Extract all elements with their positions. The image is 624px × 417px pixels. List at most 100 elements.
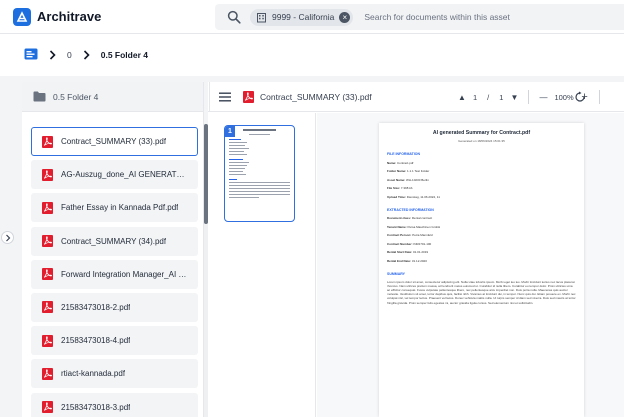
file-list-item[interactable]: Contract_SUMMARY (34).pdf [31, 226, 198, 256]
file-list-item[interactable]: Forward Integration Manager_AI GENERATED… [31, 259, 198, 289]
file-panel-header: 0.5 Folder 4 [22, 82, 203, 112]
thumbnail-panel: 1 [208, 113, 316, 417]
divider [528, 90, 530, 104]
document-field-key: Name: [387, 160, 397, 165]
zoom-out-button[interactable]: — [537, 93, 549, 102]
divider [598, 90, 600, 104]
app-logo[interactable]: Architrave [13, 7, 102, 26]
document-field-value: Contract.pdf [397, 160, 414, 165]
pdf-page: AI generated Summary for Contract.pdf Ge… [379, 123, 584, 417]
file-list-item[interactable]: AG-Auszug_done_AI GENERATED SUMMARY.pdf [31, 160, 198, 190]
file-name: 21583473018-2.pdf [61, 302, 131, 312]
viewer-toolbar: Contract_SUMMARY (33).pdf ▲ 1 / 1 ▼ — 10… [208, 82, 624, 112]
document-field-row: Name: Contract.pdf [387, 161, 576, 165]
file-list: Contract_SUMMARY (33).pdf AG-Auszug_done_… [31, 127, 198, 417]
document-field-value: 31.12.2020 [411, 258, 427, 263]
previous-page-button[interactable]: ▲ [456, 93, 468, 102]
file-name: 21583473018-4.pdf [61, 336, 131, 346]
app-name: Architrave [37, 9, 102, 24]
document-viewer: Contract_SUMMARY (33).pdf ▲ 1 / 1 ▼ — 10… [208, 82, 624, 417]
page-current[interactable]: 1 [473, 93, 477, 102]
file-list-item[interactable]: 21583473018-3.pdf [31, 392, 198, 417]
file-name: Forward Integration Manager_AI GENERATED… [61, 269, 189, 279]
file-name: AG-Auszug_done_AI GENERATED SUMMARY.pdf [61, 170, 189, 180]
document-field-row: Folder Name: 1.1.1 Test Folder [387, 169, 576, 173]
document-field-row: Asset Name: WH-10230 Berlin [387, 178, 576, 182]
top-bar: Architrave 9999 - California × Search fo… [0, 0, 624, 34]
document-field-key: Folder Name: [387, 169, 407, 173]
document-field-key: Document class: [387, 216, 412, 220]
document-field-key: File Size: [387, 186, 401, 190]
viewer-filename: Contract_SUMMARY (33).pdf [260, 91, 372, 102]
current-folder-title: 0.5 Folder 4 [53, 91, 99, 102]
document-generated-date: Generated on 18/06/2024 15:01:35 [458, 139, 505, 143]
search-icon[interactable] [227, 10, 241, 24]
page-total: 1 [499, 92, 504, 102]
file-list-item[interactable]: Contract_SUMMARY (33).pdf [31, 127, 198, 156]
zoom-level[interactable]: 100% [554, 93, 573, 102]
document-field-value: 1.1.1 Test Folder [407, 169, 430, 173]
document-field-value: WH-10230 Berlin [406, 177, 429, 182]
document-field-key: Tenant Name: [387, 224, 407, 229]
folder-tree-icon[interactable] [24, 48, 38, 62]
file-name: Contract_SUMMARY (33).pdf [61, 137, 167, 146]
document-sections: FILE INFORMATION Name: Contract.pdf Folder… [387, 152, 576, 263]
document-field-row: Document class: Rental contract [387, 216, 576, 220]
divider [209, 82, 210, 112]
file-name: rtiact-kannada.pdf [61, 369, 126, 379]
pdf-icon [42, 168, 53, 181]
rotate-icon[interactable] [574, 91, 586, 103]
file-name: Contract_SUMMARY (34).pdf [61, 236, 167, 246]
document-field-value: Rental contract [411, 216, 433, 220]
page-separator: / [487, 92, 490, 102]
pdf-icon [42, 201, 53, 214]
file-list-item[interactable]: rtiact-kannada.pdf [31, 359, 198, 389]
pdf-icon [42, 334, 53, 347]
document-field-key: Contract Number: [387, 241, 413, 246]
pdf-icon [42, 301, 53, 314]
document-section-heading: EXTRACTED INFORMATION [387, 207, 434, 212]
file-list-item[interactable]: 21583473018-2.pdf [31, 292, 198, 322]
document-field-value: Persa Maschinen GmbH [407, 224, 441, 229]
document-section-heading: FILE INFORMATION [387, 152, 420, 156]
file-list-item[interactable]: Father Essay in Kannada Pdf.pdf [31, 193, 198, 223]
document-field-row: Upload Time: Dienstag, 11.06.2024, 11 [387, 195, 576, 199]
search-bar[interactable]: 9999 - California × Search for documents… [215, 4, 624, 30]
document-field-row: Rental Start Date: 01.01.2019 [387, 250, 576, 254]
expand-sidebar-button[interactable] [1, 231, 14, 244]
document-field-key: Rental End Date: [387, 258, 412, 263]
page-thumbnail[interactable]: 1 [224, 125, 295, 222]
document-field-value: INR2701-100 [413, 241, 432, 246]
document-field-key: Upload Time: [387, 194, 406, 199]
document-field-key: Rental Start Date: [387, 250, 413, 254]
close-icon[interactable]: × [339, 11, 351, 23]
document-title: AI generated Summary for Contract.pdf [432, 130, 531, 136]
search-input[interactable]: Search for documents within this asset [364, 12, 510, 22]
breadcrumb-item-0[interactable]: 0 [67, 50, 72, 60]
architrave-logo-icon [13, 7, 31, 26]
menu-icon[interactable] [219, 92, 231, 102]
page-canvas[interactable]: AI generated Summary for Contract.pdf Ge… [317, 113, 624, 417]
summary-text: Lorem ipsum dolor sit amet, consectetur … [387, 279, 576, 305]
document-field-key: Contract Person: [387, 233, 412, 237]
pdf-icon [243, 90, 254, 103]
chevron-right-icon [83, 50, 90, 60]
file-name: 21583473018-3.pdf [61, 402, 131, 412]
breadcrumb: 0 0.5 Folder 4 [0, 34, 624, 76]
document-field-row: Contract Person: Petra Mannfeld [387, 233, 576, 237]
file-panel: 0.5 Folder 4 Contract_SUMMARY (33).pdf AG… [22, 82, 204, 417]
document-field-value: Petra Mannfeld [412, 233, 433, 237]
chevron-right-icon [5, 234, 10, 241]
document-field-value: 01.01.2019 [413, 250, 429, 254]
asset-scope-label: 9999 - California [272, 12, 335, 22]
thumbnail-page-number: 1 [225, 126, 235, 137]
document-field-key: Asset Name: [387, 177, 406, 182]
file-list-item[interactable]: 21583473018-4.pdf [31, 326, 198, 356]
summary-heading: SUMMARY [387, 271, 405, 276]
document-field-row: File Size: 7.398 kb [387, 186, 576, 190]
next-page-button[interactable]: ▼ [508, 93, 520, 102]
folder-icon [33, 91, 46, 102]
asset-scope-chip[interactable]: 9999 - California × [250, 8, 354, 26]
document-field-value: 7.398 kb [400, 186, 413, 190]
document-field-row: Contract Number: INR2701-100 [387, 242, 576, 246]
